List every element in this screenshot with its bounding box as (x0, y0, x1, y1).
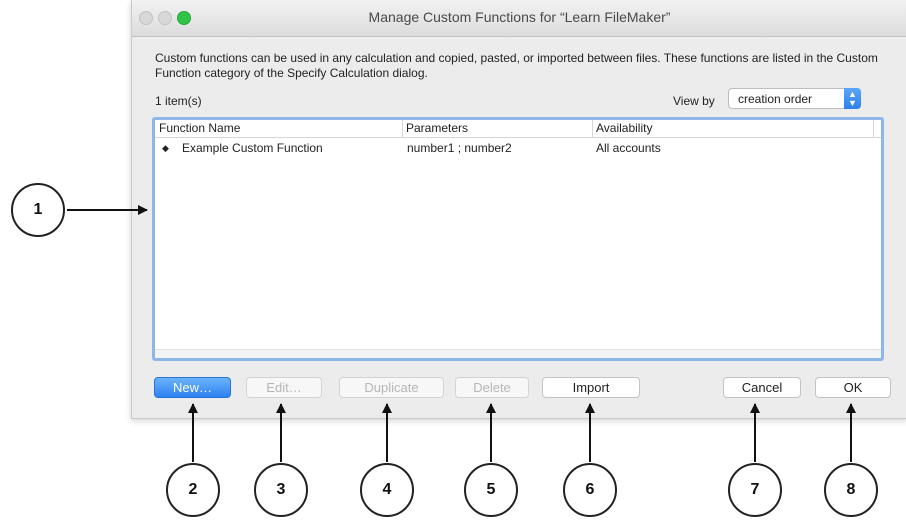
select-arrows-icon: ▲ ▼ (844, 88, 861, 109)
import-button[interactable]: Import (542, 377, 640, 398)
delete-button[interactable]: Delete (455, 377, 529, 398)
callout-6: 6 (563, 463, 617, 517)
table-header: Function Name Parameters Availability (155, 120, 881, 138)
view-by-select[interactable]: creation order ▲ ▼ (728, 88, 861, 109)
function-name-cell: Example Custom Function (182, 141, 323, 155)
manage-custom-functions-dialog: Manage Custom Functions for “Learn FileM… (131, 0, 906, 419)
callout-8: 8 (824, 463, 878, 517)
new-button[interactable]: New… (154, 377, 231, 398)
parameters-cell: number1 ; number2 (407, 141, 512, 155)
column-header-parameters[interactable]: Parameters (402, 120, 468, 137)
dialog-title: Manage Custom Functions for “Learn FileM… (368, 9, 671, 25)
callout-4: 4 (360, 463, 414, 517)
cancel-button[interactable]: Cancel (723, 377, 801, 398)
item-count: 1 item(s) (155, 94, 202, 108)
ok-button[interactable]: OK (815, 377, 891, 398)
callout-2: 2 (166, 463, 220, 517)
column-header-availability[interactable]: Availability (592, 120, 652, 137)
table-row[interactable]: ◆ Example Custom Function number1 ; numb… (155, 140, 881, 157)
callout-7: 7 (728, 463, 782, 517)
callout-1: 1 (11, 183, 65, 237)
column-divider (873, 120, 875, 137)
view-by-label: View by (673, 94, 715, 108)
reorder-handle-icon[interactable]: ◆ (162, 140, 169, 157)
callout-3: 3 (254, 463, 308, 517)
duplicate-button[interactable]: Duplicate (339, 377, 444, 398)
view-by-value: creation order (738, 92, 813, 106)
column-header-function-name[interactable]: Function Name (159, 120, 240, 137)
callout-5: 5 (464, 463, 518, 517)
edit-button[interactable]: Edit… (246, 377, 322, 398)
availability-cell: All accounts (596, 141, 661, 155)
functions-table[interactable]: Function Name Parameters Availability ◆ … (152, 117, 884, 361)
title-bar: Manage Custom Functions for “Learn FileM… (132, 0, 906, 37)
dialog-description: Custom functions can be used in any calc… (155, 51, 878, 80)
horizontal-scrollbar[interactable] (155, 349, 881, 358)
